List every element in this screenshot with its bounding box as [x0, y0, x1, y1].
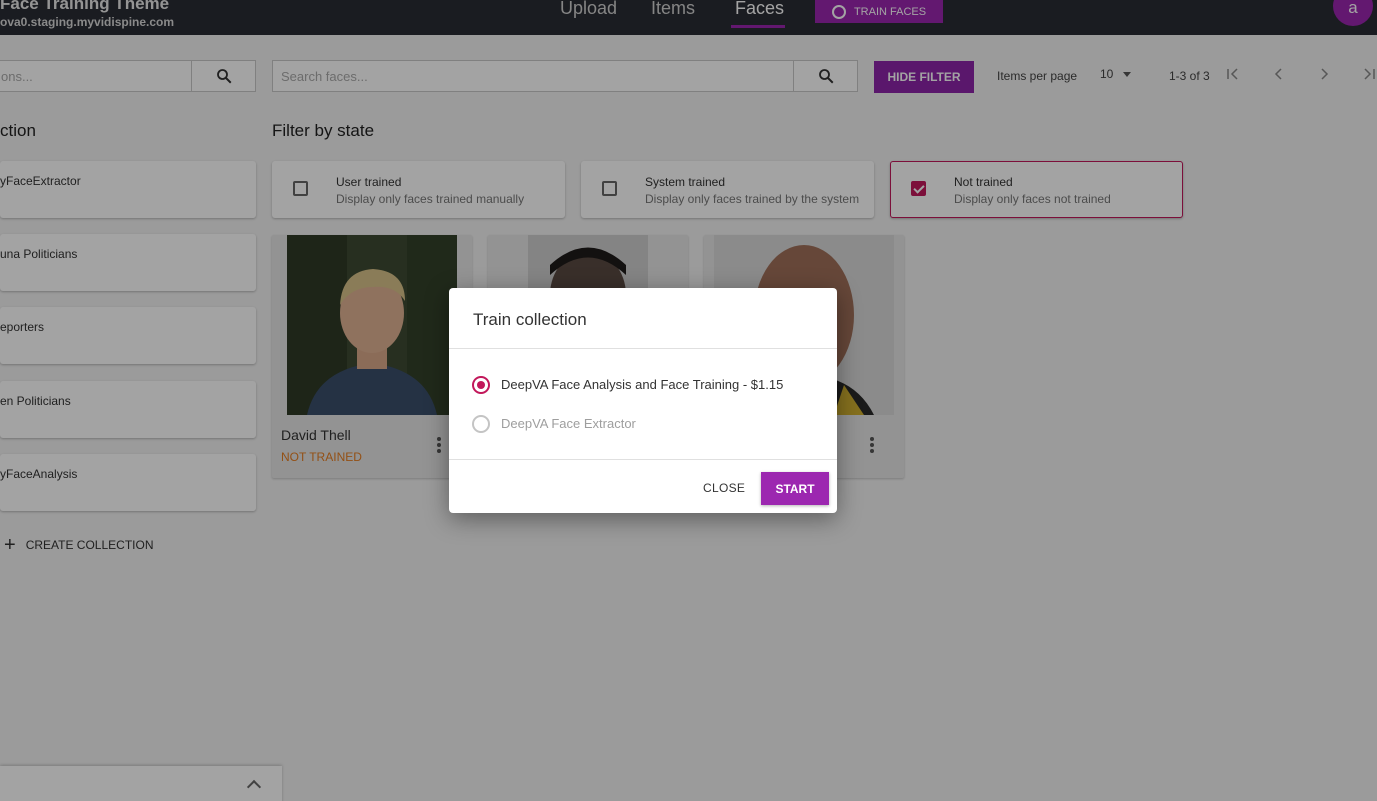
radio-face-extractor[interactable]: [472, 415, 490, 433]
dialog-title: Train collection: [473, 310, 587, 329]
start-button[interactable]: START: [761, 472, 829, 505]
option-face-analysis-label[interactable]: DeepVA Face Analysis and Face Training -…: [501, 377, 783, 392]
train-collection-dialog: Train collection DeepVA Face Analysis an…: [449, 288, 837, 513]
radio-face-analysis[interactable]: [472, 376, 490, 394]
option-face-extractor-label[interactable]: DeepVA Face Extractor: [501, 416, 636, 431]
divider: [449, 348, 837, 349]
divider: [449, 459, 837, 460]
close-button[interactable]: CLOSE: [703, 481, 745, 495]
